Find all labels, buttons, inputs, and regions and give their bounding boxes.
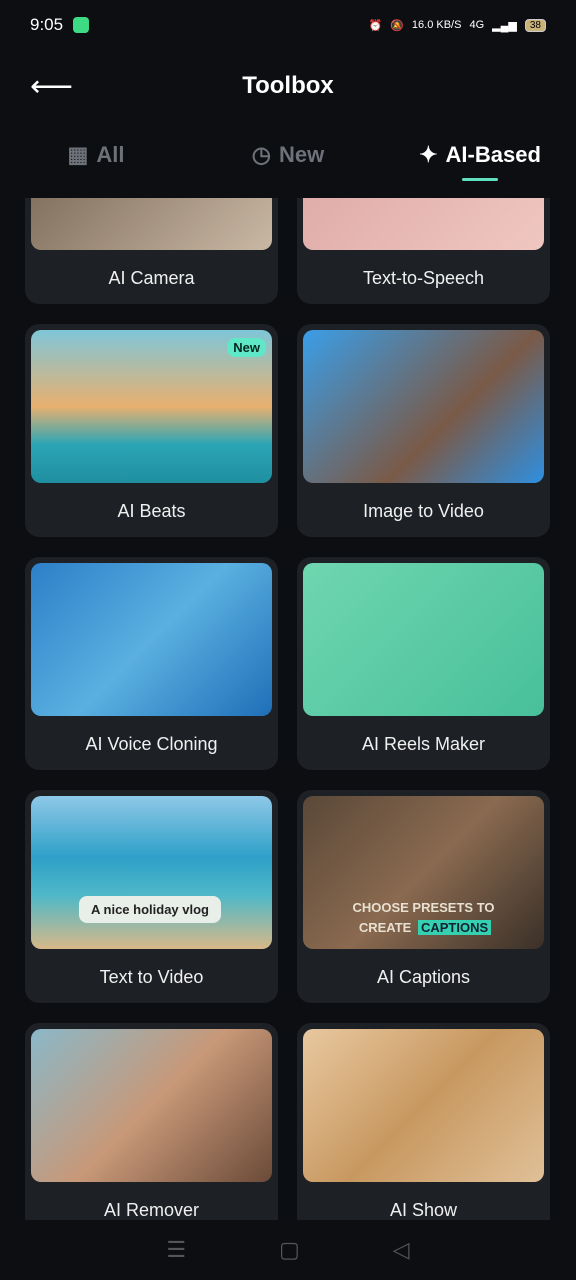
- signal-icon: ▂▄▆: [492, 19, 517, 32]
- mute-icon: 🔕: [390, 19, 404, 32]
- tool-label: AI Remover: [103, 1200, 200, 1220]
- caption-highlight: CAPTIONS: [417, 920, 492, 935]
- tool-label: Image to Video: [363, 501, 484, 521]
- caption-text: A nice holiday vlog: [79, 896, 221, 923]
- status-bar: 9:05 ⏰ 🔕 16.0 KB/S 4G ▂▄▆ 38: [0, 0, 576, 50]
- tab-label: All: [96, 142, 125, 167]
- clock-icon: ◷: [251, 142, 271, 167]
- tool-label: AI Captions: [376, 967, 471, 987]
- tool-thumbnail: [31, 1029, 272, 1182]
- alarm-icon: ⏰: [368, 19, 383, 32]
- app-notification-icon: [73, 17, 90, 33]
- tool-label: Text-to-Speech: [362, 268, 485, 288]
- tool-thumbnail: [31, 563, 272, 716]
- tool-card-ai-voice-cloning[interactable]: AI Voice Cloning: [25, 557, 278, 770]
- new-badge: New: [227, 338, 266, 357]
- tool-card-ai-show[interactable]: AI Show: [297, 1023, 550, 1220]
- battery-indicator: 38: [524, 18, 546, 32]
- tool-label: AI Beats: [117, 501, 186, 521]
- tab-all[interactable]: ▦ All: [0, 125, 192, 185]
- tool-card-image-to-video[interactable]: Image to Video: [297, 324, 550, 537]
- tool-thumbnail: [31, 198, 272, 250]
- tab-label: New: [278, 142, 325, 167]
- tool-thumbnail: [303, 198, 544, 250]
- tool-thumbnail: [303, 330, 544, 483]
- back-arrow-icon[interactable]: ⟵: [30, 69, 73, 104]
- tool-card-text-to-video[interactable]: A nice holiday vlog Text to Video: [25, 790, 278, 1003]
- menu-icon[interactable]: ☰: [166, 1237, 186, 1263]
- caption-overlay: CHOOSE PRESETS TO CREATE CAPTIONS: [303, 898, 544, 938]
- network-speed: 16.0 KB/S: [411, 19, 462, 31]
- tool-thumbnail: [303, 563, 544, 716]
- tool-thumbnail: CHOOSE PRESETS TO CREATE CAPTIONS: [303, 796, 544, 949]
- system-nav-bar: ☰ ▢ ◁: [0, 1220, 576, 1280]
- tool-label: AI Camera: [108, 268, 195, 288]
- tool-grid[interactable]: AI Camera Text-to-Speech New AI Beats Image …: [25, 198, 551, 1220]
- tool-label: AI Voice Cloning: [85, 734, 218, 754]
- tool-label: AI Reels Maker: [361, 734, 486, 754]
- back-icon[interactable]: ◁: [393, 1237, 410, 1263]
- tab-label: AI-Based: [445, 142, 541, 167]
- tab-new[interactable]: ◷ New: [192, 125, 384, 185]
- caption-line: CREATE: [358, 920, 412, 935]
- network-type: 4G: [469, 19, 485, 31]
- tool-card-ai-remover[interactable]: AI Remover: [25, 1023, 278, 1220]
- tool-card-ai-camera[interactable]: AI Camera: [25, 198, 278, 304]
- tool-thumbnail: [303, 1029, 544, 1182]
- page-title: Toolbox: [242, 72, 334, 99]
- tool-thumbnail: A nice holiday vlog: [31, 796, 272, 949]
- caption-line: CHOOSE PRESETS TO: [352, 900, 495, 915]
- tool-thumbnail: New: [31, 330, 272, 483]
- tab-bar: ▦ All ◷ New ✦ AI-Based: [0, 125, 576, 185]
- tool-card-ai-reels-maker[interactable]: AI Reels Maker: [297, 557, 550, 770]
- tool-card-ai-captions[interactable]: CHOOSE PRESETS TO CREATE CAPTIONS AI Capti…: [297, 790, 550, 1003]
- clock: 9:05: [30, 15, 64, 34]
- home-icon[interactable]: ▢: [279, 1237, 300, 1263]
- sparkle-icon: ✦: [419, 142, 438, 167]
- tool-label: Text to Video: [99, 967, 204, 987]
- tool-card-text-to-speech[interactable]: Text-to-Speech: [297, 198, 550, 304]
- app-header: ⟵ Toolbox: [0, 60, 576, 112]
- tab-ai-based[interactable]: ✦ AI-Based: [384, 125, 576, 185]
- tool-label: AI Show: [389, 1200, 458, 1220]
- grid-icon: ▦: [67, 142, 89, 167]
- tool-card-ai-beats[interactable]: New AI Beats: [25, 324, 278, 537]
